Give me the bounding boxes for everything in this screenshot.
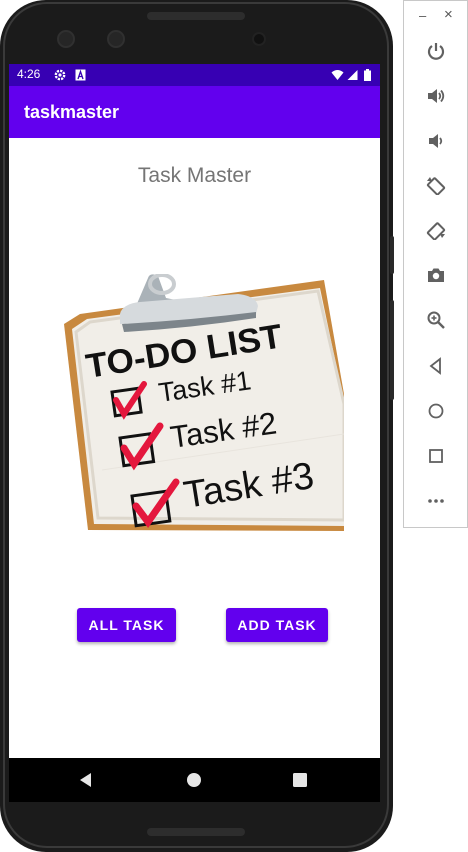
nav-back-icon[interactable] [72,766,100,794]
bottom-speaker [147,828,245,836]
volume-down-icon[interactable] [423,128,449,154]
top-speaker [147,12,245,20]
nav-home-icon[interactable] [180,766,208,794]
minimize-button[interactable]: – [419,8,426,23]
main-content: Task Master TO-DO LIST Task #1 Task #2 T… [9,138,380,758]
volume-up-icon[interactable] [423,83,449,109]
cell-signal-icon [347,68,358,86]
home-icon[interactable] [423,398,449,424]
back-icon[interactable] [423,353,449,379]
camera-icon[interactable] [423,262,449,288]
todo-list-image: TO-DO LIST Task #1 Task #2 Task #3 [62,273,346,531]
sensor [252,32,266,46]
rotate-right-icon[interactable] [423,217,449,243]
zoom-icon[interactable] [423,307,449,333]
volume-side-button [390,300,394,400]
power-icon[interactable] [423,38,449,64]
overview-icon[interactable] [423,443,449,469]
device-screen: 4:26 taskmaster Task Master TO-DO LIST T… [9,64,380,802]
page-heading: Task Master [137,164,252,187]
rotate-left-icon[interactable] [423,172,449,198]
add-task-button[interactable]: ADD TASK [226,608,328,642]
emulator-window: 4:26 taskmaster Task Master TO-DO LIST T… [0,0,468,852]
nav-recents-icon[interactable] [286,766,314,794]
status-bar: 4:26 [9,64,380,86]
notification-a-icon [75,68,86,86]
status-time: 4:26 [17,67,41,81]
power-side-button [390,236,394,274]
emulator-toolbar: – × [403,0,468,528]
front-camera-left [57,30,75,48]
app-title: taskmaster [24,102,120,122]
all-task-button[interactable]: ALL TASK [77,608,176,642]
front-camera-right [107,30,125,48]
settings-gear-icon [54,68,66,86]
nav-bar [9,758,380,802]
phone-frame: 4:26 taskmaster Task Master TO-DO LIST T… [0,0,394,852]
app-bar: taskmaster [9,86,380,138]
close-button[interactable]: × [444,6,453,23]
more-icon[interactable] [423,488,449,514]
battery-icon [364,68,371,86]
wifi-icon [331,68,344,86]
